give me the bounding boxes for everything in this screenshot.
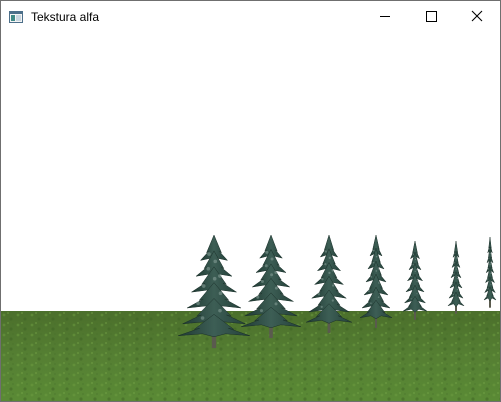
3d-scene (1, 32, 500, 401)
render-viewport[interactable] (1, 32, 500, 401)
minimize-button[interactable] (362, 1, 408, 32)
app-window: Tekstura alfa (0, 0, 501, 402)
sky (1, 32, 500, 311)
close-icon (471, 10, 483, 22)
maximize-button[interactable] (408, 1, 454, 32)
maximize-icon (426, 11, 437, 22)
title-bar[interactable]: Tekstura alfa (1, 1, 500, 32)
window-title: Tekstura alfa (31, 10, 100, 24)
application-window-icon[interactable] (9, 10, 23, 23)
close-button[interactable] (454, 1, 500, 32)
minimize-icon (380, 16, 390, 17)
